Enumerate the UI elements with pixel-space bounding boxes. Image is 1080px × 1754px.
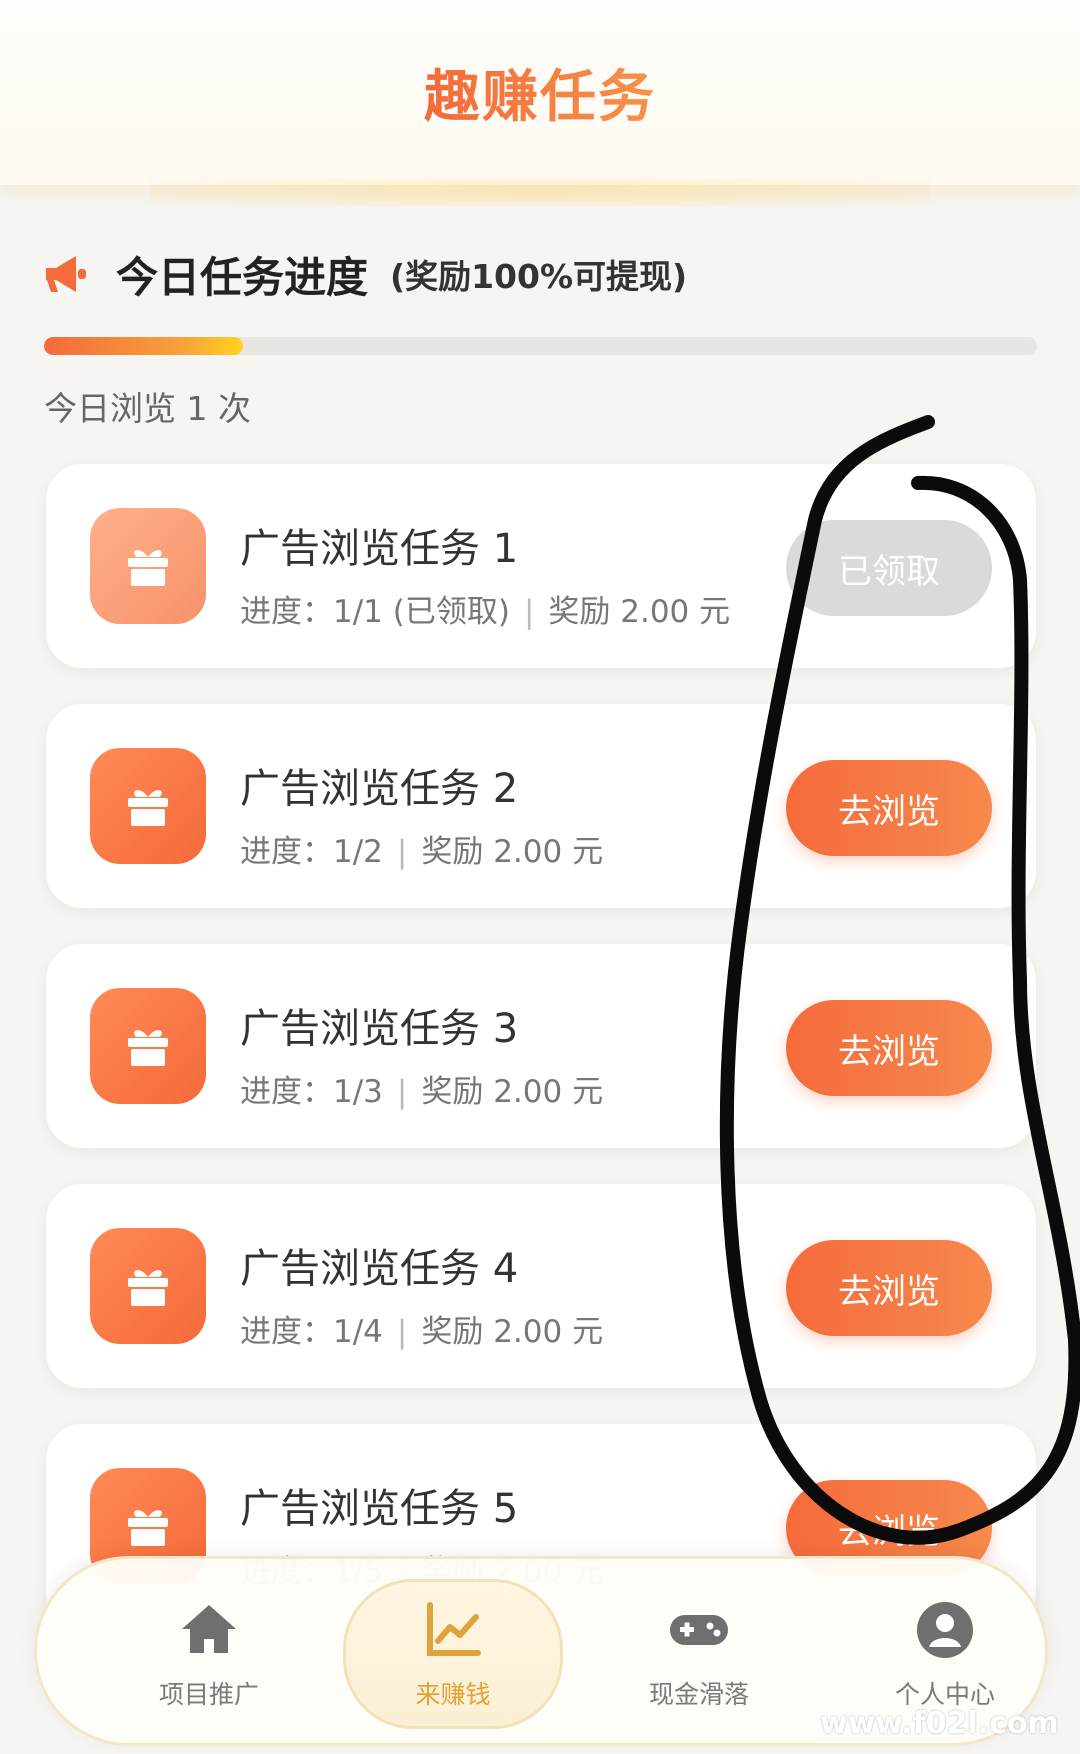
page-title: 趣赚任务	[424, 52, 656, 133]
task-reward: 奖励 2.00 元	[421, 834, 604, 870]
gift-icon	[90, 508, 206, 624]
task-title: 广告浏览任务 4	[240, 1246, 519, 1292]
task-reward: 奖励 2.00 元	[421, 1314, 604, 1350]
gift-icon	[90, 748, 206, 864]
nav-item-0[interactable]: 项目推广	[99, 1579, 319, 1729]
task-card: 广告浏览任务 1 进度：1/1 (已领取) | 奖励 2.00 元 已领取	[46, 464, 1036, 668]
browse-count: 今日浏览 1 次	[44, 389, 251, 428]
task-title: 广告浏览任务 2	[240, 766, 519, 812]
nav-label: 现金滑落	[648, 1680, 749, 1709]
nav-item-1[interactable]: 来赚钱	[343, 1579, 563, 1729]
nav-label: 项目推广	[158, 1680, 259, 1709]
task-card: 广告浏览任务 2 进度：1/2 | 奖励 2.00 元 去浏览	[46, 704, 1036, 908]
browse-button[interactable]: 去浏览	[786, 1240, 992, 1336]
task-card: 广告浏览任务 3 进度：1/3 | 奖励 2.00 元 去浏览	[46, 944, 1036, 1148]
task-reward: 奖励 2.00 元	[548, 594, 731, 630]
meta-divider: |	[523, 594, 535, 630]
header-glow	[150, 178, 930, 206]
task-meta: 进度：1/2 | 奖励 2.00 元	[240, 826, 603, 871]
task-meta: 进度：1/4 | 奖励 2.00 元	[240, 1306, 603, 1351]
task-title: 广告浏览任务 1	[240, 526, 519, 572]
gamepad-icon	[670, 1615, 728, 1645]
task-title: 广告浏览任务 3	[240, 1006, 519, 1052]
megaphone-icon	[46, 256, 86, 292]
meta-divider: |	[396, 1314, 408, 1350]
home-icon	[182, 1605, 236, 1653]
meta-divider: |	[396, 834, 408, 870]
task-reward: 奖励 2.00 元	[421, 1074, 604, 1110]
watermark: www.f02l.com	[820, 1706, 1059, 1741]
task-progress: 进度：1/4	[240, 1314, 383, 1350]
meta-divider: |	[396, 1074, 408, 1110]
progress-subtitle: (奖励100%可提现)	[390, 257, 688, 296]
app-header: 趣赚任务	[0, 0, 1080, 185]
task-progress: 进度：1/1 (已领取)	[240, 594, 510, 630]
progress-bar	[44, 337, 1037, 355]
gift-icon	[90, 1228, 206, 1344]
task-progress: 进度：1/3	[240, 1074, 383, 1110]
task-card: 广告浏览任务 4 进度：1/4 | 奖励 2.00 元 去浏览	[46, 1184, 1036, 1388]
nav-item-2[interactable]: 现金滑落	[589, 1579, 809, 1729]
progress-title: 今日任务进度	[116, 252, 369, 302]
chart-icon	[427, 1602, 481, 1656]
task-meta: 进度：1/1 (已领取) | 奖励 2.00 元	[240, 586, 730, 631]
task-title: 广告浏览任务 5	[240, 1486, 519, 1532]
user-icon	[917, 1602, 973, 1658]
claimed-button[interactable]: 已领取	[786, 520, 992, 616]
gift-icon	[90, 988, 206, 1104]
nav-label: 来赚钱	[415, 1680, 491, 1709]
task-meta: 进度：1/3 | 奖励 2.00 元	[240, 1066, 603, 1111]
progress-header: 今日任务进度 (奖励100%可提现)	[42, 242, 687, 306]
browse-button[interactable]: 去浏览	[786, 760, 992, 856]
task-progress: 进度：1/2	[240, 834, 383, 870]
progress-bar-fill	[44, 337, 243, 355]
browse-button[interactable]: 去浏览	[786, 1000, 992, 1096]
task-page: 趣赚任务 今日任务进度 (奖励100%可提现) 今日浏览 1 次 广告浏览任务 …	[0, 0, 1080, 1754]
